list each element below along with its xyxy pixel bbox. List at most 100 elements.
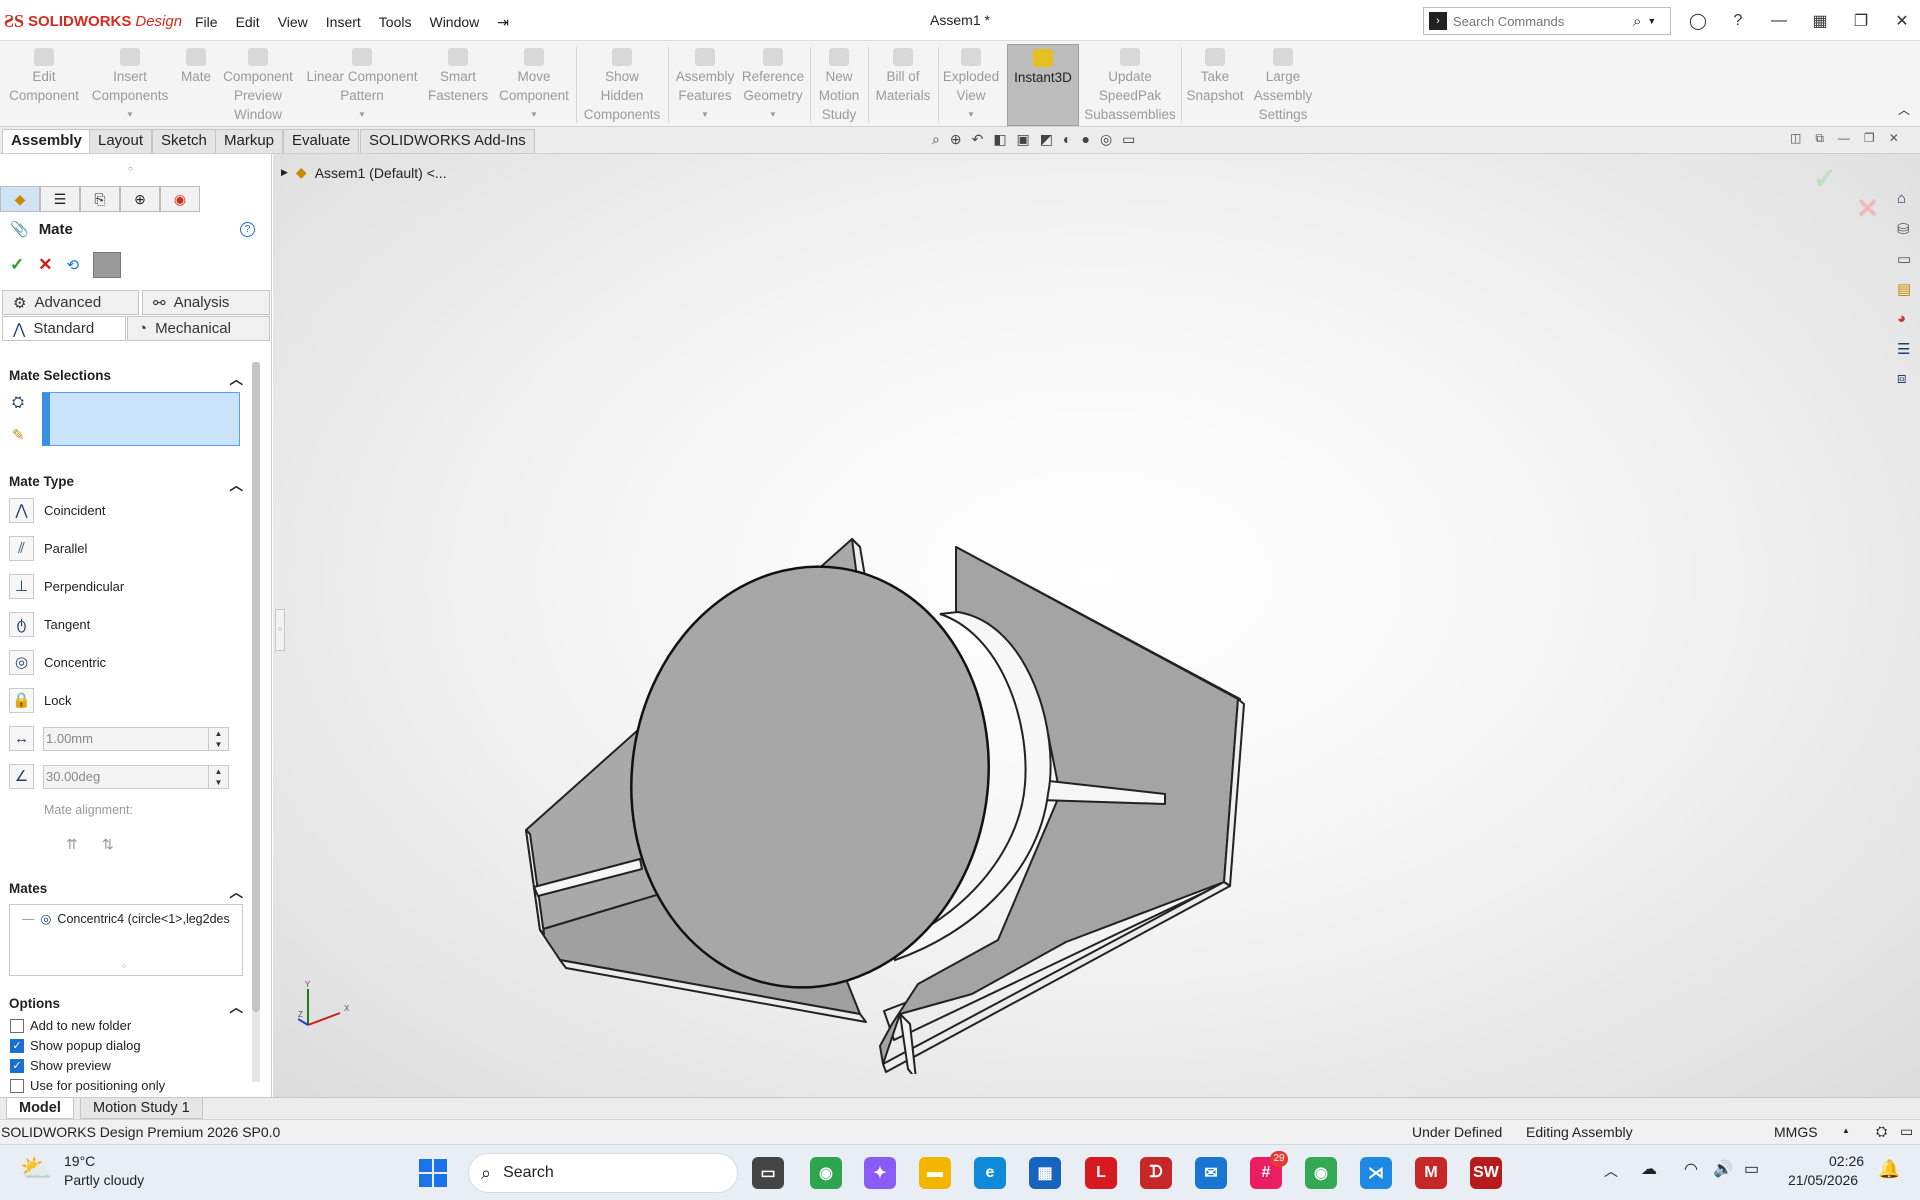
panel-splitter-handle[interactable]: ○: [128, 164, 133, 173]
scene-icon[interactable]: ◎: [1100, 131, 1112, 148]
checkbox[interactable]: [10, 1078, 24, 1093]
menu-edit[interactable]: Edit: [227, 12, 269, 32]
resources-icon[interactable]: ⛁: [1897, 220, 1910, 238]
menu-tools[interactable]: Tools: [370, 12, 421, 32]
collapse-icon[interactable]: ︿: [230, 996, 244, 1016]
sync-icon[interactable]: ☁: [1641, 1159, 1657, 1179]
distance-icon[interactable]: ↔: [9, 725, 34, 751]
task-view-icon[interactable]: ▭: [752, 1157, 784, 1189]
tab-motion-study[interactable]: Motion Study 1: [80, 1098, 203, 1119]
checkbox[interactable]: ✓: [10, 1058, 24, 1073]
property-manager-tab-icon[interactable]: ☰: [40, 186, 80, 212]
menu-view[interactable]: View: [269, 12, 317, 32]
hide-show-icon[interactable]: ◐: [1063, 131, 1071, 148]
smart-fasteners-button[interactable]: Smart Fasteners: [424, 44, 492, 126]
mates-list[interactable]: — ◎ Concentric4 (circle<1>,leg2des ○: [9, 904, 243, 976]
weather-desc[interactable]: Partly cloudy: [64, 1172, 144, 1188]
viewport-close-icon[interactable]: ✕: [1889, 131, 1899, 146]
chrome-icon[interactable]: ◉: [810, 1157, 842, 1189]
large-assembly-settings-button[interactable]: Large Assembly Settings: [1250, 44, 1316, 126]
angle-input[interactable]: 30.00deg ▲ ▼: [43, 765, 229, 789]
copilot-icon[interactable]: ✦: [864, 1157, 896, 1189]
mcafee-icon[interactable]: M: [1415, 1157, 1447, 1189]
options-header[interactable]: Options ︿: [9, 996, 243, 1016]
home-icon[interactable]: ⌂: [1897, 190, 1906, 207]
comments-icon[interactable]: ▭: [1900, 1123, 1913, 1140]
file-explorer-icon[interactable]: ▬: [919, 1157, 951, 1189]
clock-time[interactable]: 02:26: [1829, 1153, 1864, 1169]
viewport-expand-icon[interactable]: ⧉: [1815, 131, 1824, 146]
weather-icon[interactable]: ⛅: [20, 1153, 52, 1184]
new-motion-study-button[interactable]: New Motion Study: [814, 44, 864, 126]
minimize-icon[interactable]: —: [1762, 8, 1796, 34]
help-icon[interactable]: ?: [240, 222, 255, 237]
view-settings-icon[interactable]: ▭: [1122, 131, 1135, 148]
tab-advanced[interactable]: ⚙ Advanced: [2, 290, 139, 315]
update-speedpak-button[interactable]: Update SpeedPak Subassemblies: [1082, 44, 1178, 126]
confirm-cancel-icon[interactable]: ✕: [1856, 192, 1879, 225]
mate-lock[interactable]: 🔒 Lock: [9, 686, 71, 714]
taskbar-search[interactable]: ⌕ Search: [468, 1153, 738, 1193]
angle-icon[interactable]: ∠: [9, 763, 34, 789]
distance-input[interactable]: 1.00mm ▲ ▼: [43, 727, 229, 751]
slot-bottom[interactable]: [899, 1013, 917, 1074]
file-explorer-icon[interactable]: ▭: [1897, 250, 1911, 268]
menu-window[interactable]: Window: [420, 12, 488, 32]
mate-tangent[interactable]: ტ Tangent: [9, 610, 90, 638]
units-dropdown-icon[interactable]: ▲: [1842, 1126, 1850, 1135]
scrollbar-track[interactable]: [252, 362, 260, 1082]
chevron-down-icon[interactable]: ▼: [1647, 16, 1656, 26]
mate-perpendicular[interactable]: ⊥ Perpendicular: [9, 572, 124, 600]
solidworks-logo[interactable]: ƧS SOLIDWORKS Design: [4, 10, 182, 32]
tray-chevron-icon[interactable]: ︿: [1604, 1161, 1618, 1181]
tab-standard[interactable]: ⋀ Standard: [2, 316, 126, 341]
menu-insert[interactable]: Insert: [317, 12, 370, 32]
outlook-icon[interactable]: ✉: [1195, 1157, 1227, 1189]
menu-file[interactable]: File: [186, 12, 227, 32]
scrollbar-thumb[interactable]: [252, 362, 260, 1012]
take-snapshot-button[interactable]: Take Snapshot: [1184, 44, 1246, 126]
option-positioning-only[interactable]: Use for positioning only: [10, 1078, 165, 1093]
reference-geometry-button[interactable]: Reference Geometry ▼: [740, 44, 806, 126]
tab-layout[interactable]: Layout: [89, 129, 153, 153]
viewport-minimize-icon[interactable]: —: [1838, 131, 1850, 146]
tab-markup[interactable]: Markup: [215, 129, 284, 153]
option-show-popup-dialog[interactable]: ✓ Show popup dialog: [10, 1038, 141, 1053]
option-show-preview[interactable]: ✓ Show preview: [10, 1058, 111, 1073]
insert-components-button[interactable]: Insert Components ▼: [88, 44, 172, 126]
edge-icon[interactable]: e: [974, 1157, 1006, 1189]
expand-arrow-icon[interactable]: ▶: [281, 167, 288, 178]
battery-icon[interactable]: ▭: [1744, 1159, 1759, 1179]
list-resize-handle[interactable]: ○: [122, 963, 126, 970]
store-icon[interactable]: ▦: [1029, 1157, 1061, 1189]
collapse-icon[interactable]: ︿: [230, 474, 244, 494]
solidworks-taskbar-icon[interactable]: SW: [1470, 1157, 1502, 1189]
rebuild-icon[interactable]: ⛭: [1876, 1123, 1887, 1140]
mate-selections-list[interactable]: [42, 392, 240, 446]
forum-icon[interactable]: ⧈: [1897, 370, 1907, 387]
instant3d-button[interactable]: Instant3D: [1007, 44, 1079, 126]
view-orientation-icon[interactable]: ▣: [1017, 131, 1030, 148]
collapse-icon[interactable]: ︿: [230, 881, 244, 901]
appearances-icon[interactable]: ◕: [1897, 310, 1906, 327]
tab-assembly[interactable]: Assembly: [2, 129, 91, 153]
mates-header[interactable]: Mates ︿: [9, 881, 243, 901]
clock-date[interactable]: 21/05/2026: [1788, 1172, 1858, 1188]
mate-coincident[interactable]: ⋀ Coincident: [9, 496, 105, 524]
wifi-icon[interactable]: ◠: [1684, 1159, 1698, 1179]
tab-analysis[interactable]: ⚯ Analysis: [142, 290, 270, 315]
chrome-profile-icon[interactable]: ◉: [1305, 1157, 1337, 1189]
vscode-icon[interactable]: ⋊: [1360, 1157, 1392, 1189]
mate-concentric[interactable]: ◎ Concentric: [9, 648, 106, 676]
ok-check-icon[interactable]: ✓: [10, 255, 24, 275]
weather-temp[interactable]: 19°C: [64, 1153, 95, 1169]
mate-type-header[interactable]: Mate Type ︿: [9, 474, 243, 494]
collapse-icon[interactable]: ︿: [230, 368, 244, 388]
tab-mechanical[interactable]: ◔ Mechanical: [127, 316, 270, 341]
close-icon[interactable]: ✕: [1885, 8, 1919, 34]
move-component-button[interactable]: Move Component ▼: [496, 44, 572, 126]
distance-spinner[interactable]: ▲ ▼: [208, 728, 228, 750]
start-icon[interactable]: [419, 1159, 447, 1187]
edit-component-button[interactable]: Edit Component: [6, 44, 82, 126]
checkbox[interactable]: [10, 1018, 24, 1033]
